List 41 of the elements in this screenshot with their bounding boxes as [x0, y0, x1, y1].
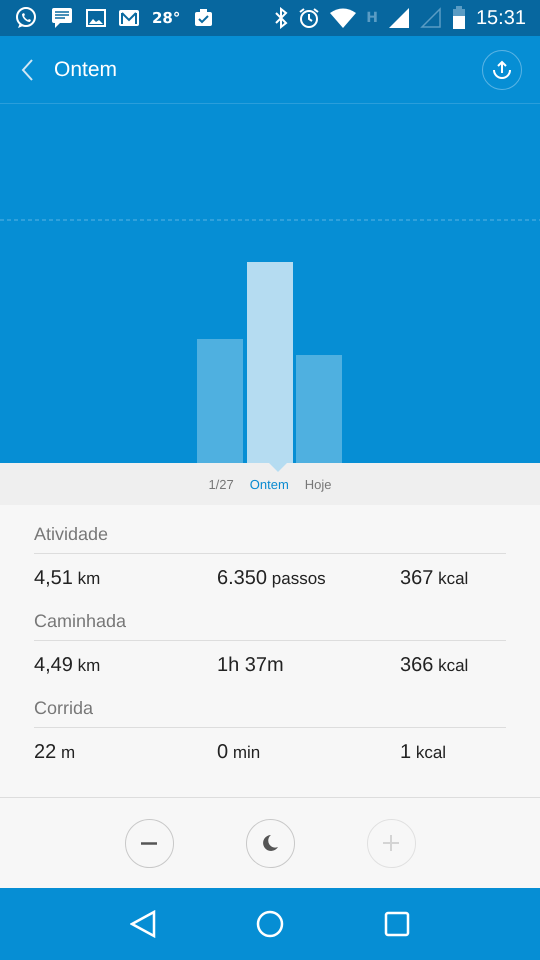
minus-icon [140, 842, 158, 844]
stat-value: 366 kcal [400, 654, 468, 676]
alarm-clock-icon [298, 7, 320, 29]
section-title: Corrida [34, 697, 94, 720]
date-tab[interactable]: 1/27 [208, 476, 234, 492]
moon-button[interactable] [246, 818, 294, 868]
stat-value: 367 kcal [400, 566, 468, 590]
stat-value: 6.350 passos [217, 566, 326, 590]
pointer-icon [269, 463, 287, 472]
back-icon[interactable] [20, 58, 34, 82]
section-title: Atividade [34, 523, 110, 546]
temperature: 28° [152, 9, 180, 27]
stat-value: 1 kcal [400, 740, 446, 764]
upload-icon [492, 60, 512, 80]
signal-icon [388, 7, 410, 29]
chat-app-icon [14, 6, 38, 30]
stat-value: 0 min [217, 740, 260, 764]
clipboard-check-icon [192, 7, 214, 29]
bluetooth-icon [274, 7, 288, 29]
battery-icon [452, 6, 466, 30]
recent-apps-icon[interactable] [384, 911, 410, 937]
section-title: Caminhada [34, 610, 128, 633]
image-icon [86, 8, 106, 28]
stat-value: 22 m [34, 740, 76, 764]
message-icon [50, 6, 74, 30]
date-tab[interactable]: Ontem [250, 476, 289, 492]
plus-icon [381, 833, 401, 853]
moon-icon [260, 833, 280, 853]
network-type: H [366, 10, 378, 26]
share-button[interactable] [482, 50, 522, 90]
clock-time: 15:31 [476, 6, 526, 30]
signal-empty-icon [420, 7, 442, 29]
mail-icon [118, 9, 140, 27]
stat-value: 4,51 km [34, 566, 100, 590]
home-icon[interactable] [256, 910, 284, 938]
stat-value: 4,49 km [34, 654, 100, 676]
back-nav-icon[interactable] [130, 910, 156, 938]
date-tab[interactable]: Hoje [304, 476, 332, 492]
stat-value: 1h 37m [217, 654, 284, 676]
wifi-icon [330, 8, 356, 28]
page-title: Ontem [54, 58, 118, 82]
